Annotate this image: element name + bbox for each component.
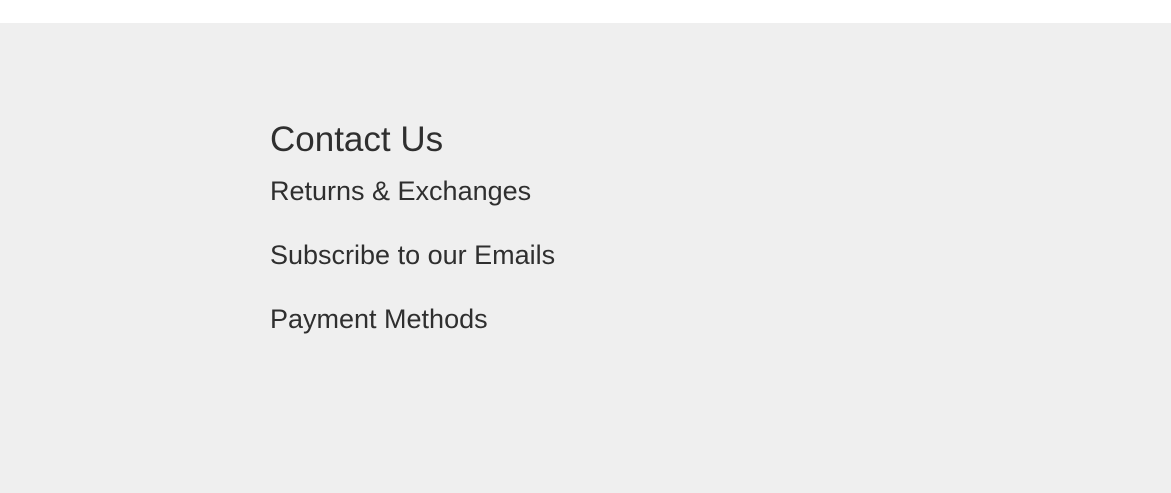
contact-us-link[interactable]: Contact Us [270, 117, 555, 163]
payment-methods-link[interactable]: Payment Methods [270, 301, 555, 337]
page-top-strip [0, 0, 1171, 23]
footer-panel [0, 23, 1171, 493]
returns-exchanges-link[interactable]: Returns & Exchanges [270, 173, 555, 209]
subscribe-emails-link[interactable]: Subscribe to our Emails [270, 237, 555, 273]
footer-list-item: Subscribe to our Emails [270, 237, 555, 273]
footer-link-list: Contact Us Returns & Exchanges Subscribe… [270, 117, 555, 337]
footer-list-item: Returns & Exchanges [270, 173, 555, 209]
footer-list-item: Payment Methods [270, 301, 555, 337]
footer-list-item: Contact Us [270, 117, 555, 163]
